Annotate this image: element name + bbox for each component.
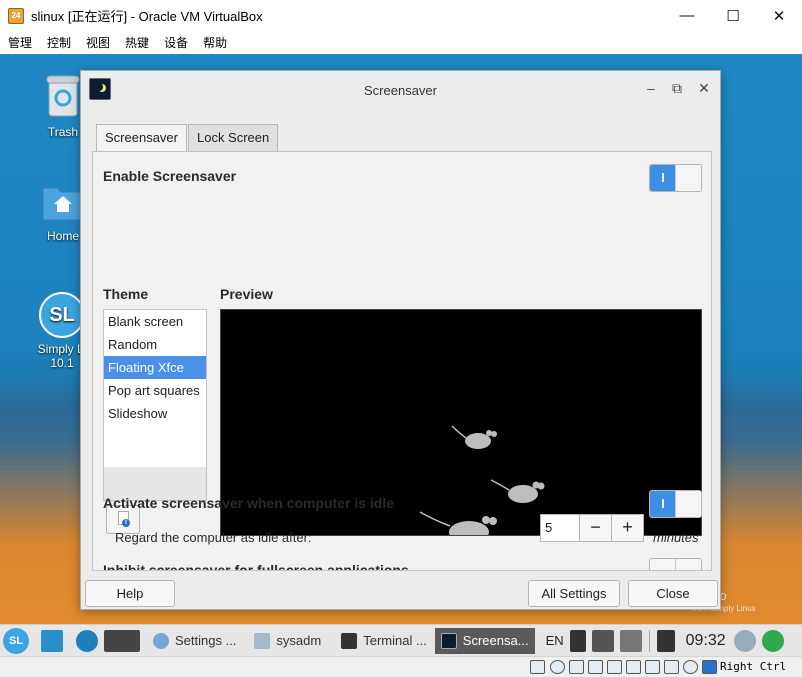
screensaver-dialog: Screensaver – ⧉ ✕ Screensaver Lock Scree… xyxy=(80,70,721,610)
theme-heading: Theme xyxy=(103,286,149,302)
dialog-close-button[interactable]: ✕ xyxy=(695,80,713,97)
switch-off-area xyxy=(650,559,676,570)
idle-minutes-input[interactable]: 5 xyxy=(540,514,580,542)
optical-drive-icon[interactable] xyxy=(550,660,565,674)
mouse-icon xyxy=(490,479,545,503)
tab-screensaver[interactable]: Screensaver xyxy=(96,124,187,152)
inhibit-fullscreen-switch[interactable] xyxy=(649,558,702,570)
switch-on-indicator: I xyxy=(650,165,676,191)
theme-item-random[interactable]: Random xyxy=(104,333,206,356)
task-label: sysadm xyxy=(276,633,322,648)
dialog-close-action-button[interactable]: Close xyxy=(628,580,718,607)
clock[interactable]: 09:32 xyxy=(686,632,726,650)
theme-list: Blank screen Random Floating Xfce Pop ar… xyxy=(103,309,207,501)
video-capture-icon[interactable] xyxy=(664,660,679,674)
inhibit-fullscreen-label: Inhibit screensaver for fullscreen appli… xyxy=(103,562,409,571)
usb-icon[interactable] xyxy=(607,660,622,674)
shared-folders-icon[interactable] xyxy=(626,660,641,674)
screensaver-app-icon xyxy=(89,78,111,100)
task-screensaver[interactable]: Screensa... xyxy=(434,627,535,654)
trash-icon xyxy=(46,75,80,117)
minimize-button[interactable]: — xyxy=(664,0,710,31)
printer-icon[interactable] xyxy=(619,629,642,652)
dialog-tabs: Screensaver Lock Screen xyxy=(96,124,279,152)
activate-idle-label: Activate screensaver when computer is id… xyxy=(103,495,395,511)
start-menu-button[interactable]: SL xyxy=(3,627,29,654)
network-icon[interactable] xyxy=(591,629,614,652)
host-menubar: 管理 控制 视图 热键 设备 帮助 xyxy=(0,31,802,54)
dialog-title: Screensaver xyxy=(364,82,437,98)
idle-decrease-button[interactable]: − xyxy=(579,514,612,542)
theme-item-blank-screen[interactable]: Blank screen xyxy=(104,310,206,333)
display-icon[interactable] xyxy=(645,660,660,674)
idle-unit-label: minutes xyxy=(653,530,699,545)
info-icon: i xyxy=(122,519,130,527)
hard-disk-icon[interactable] xyxy=(530,660,545,674)
terminal-icon xyxy=(341,632,358,649)
dialog-titlebar: Screensaver – ⧉ ✕ xyxy=(81,71,720,109)
battery-icon[interactable] xyxy=(569,629,586,652)
theme-item-floating-xfce[interactable]: Floating Xfce xyxy=(104,356,206,379)
volume-icon[interactable] xyxy=(656,629,675,652)
menu-hotkeys[interactable]: 热键 xyxy=(117,34,156,51)
enable-screensaver-switch[interactable]: I xyxy=(649,164,702,192)
virtualization-icon[interactable] xyxy=(683,660,698,674)
theme-item-pop-art-squares[interactable]: Pop art squares xyxy=(104,379,206,402)
screensaver-panel: Enable Screensaver I Theme Preview Blank… xyxy=(92,151,712,571)
preview-heading: Preview xyxy=(220,286,273,302)
guest-taskbar: SL Settings ... sysadm Terminal ... Scre… xyxy=(0,624,802,656)
simply-linux-icon: SL xyxy=(39,292,85,338)
menu-help[interactable]: 帮助 xyxy=(195,34,234,51)
all-settings-button[interactable]: All Settings xyxy=(528,580,620,607)
mouse-icon xyxy=(419,511,497,535)
home-folder-icon xyxy=(254,632,271,649)
host-key-arrow-icon[interactable] xyxy=(702,660,717,674)
maximize-button[interactable]: ☐ xyxy=(710,0,756,31)
activate-idle-switch[interactable]: I xyxy=(649,490,702,518)
dialog-minimize-button[interactable]: – xyxy=(642,80,660,96)
screensaver-icon xyxy=(440,632,457,649)
help-button[interactable]: Help xyxy=(85,580,175,607)
task-label: Screensa... xyxy=(462,633,529,648)
settings-icon xyxy=(153,632,169,649)
menu-control[interactable]: 控制 xyxy=(39,34,78,51)
dialog-maximize-button[interactable]: ⧉ xyxy=(668,80,686,97)
idle-increase-button[interactable]: + xyxy=(611,514,644,542)
menu-manage[interactable]: 管理 xyxy=(0,34,39,51)
mouse-icon xyxy=(451,425,497,449)
switch-knob xyxy=(675,491,701,517)
task-sysadm[interactable]: sysadm xyxy=(248,628,327,654)
close-button[interactable]: ✕ xyxy=(756,0,802,31)
theme-item-slideshow[interactable]: Slideshow xyxy=(104,402,206,425)
folder-home-icon xyxy=(42,187,84,221)
browser-icon[interactable] xyxy=(76,629,98,652)
task-settings[interactable]: Settings ... xyxy=(147,628,242,654)
keyboard-layout-indicator[interactable]: EN xyxy=(546,633,564,648)
user-icon[interactable] xyxy=(733,629,756,652)
switch-on-indicator: I xyxy=(650,491,676,517)
host-statusbar: Right Ctrl xyxy=(0,656,802,677)
tab-lock-screen[interactable]: Lock Screen xyxy=(187,124,279,151)
workspace-switcher[interactable] xyxy=(104,629,140,652)
host-titlebar: 24 slinux [正在运行] - Oracle VM VirtualBox … xyxy=(0,0,802,31)
switch-knob xyxy=(675,165,701,191)
host-window-title: slinux [正在运行] - Oracle VM VirtualBox xyxy=(31,9,263,24)
show-desktop-icon[interactable] xyxy=(41,629,63,652)
network-adapter-icon[interactable] xyxy=(588,660,603,674)
switch-knob xyxy=(675,559,701,570)
idle-after-label: Regard the computer as idle after: xyxy=(115,530,312,545)
host-key-label: Right Ctrl xyxy=(720,660,787,673)
task-label: Terminal ... xyxy=(363,633,427,648)
task-terminal[interactable]: Terminal ... xyxy=(335,628,433,654)
menu-devices[interactable]: 设备 xyxy=(156,34,195,51)
logout-icon[interactable] xyxy=(761,629,784,652)
virtualbox-app-icon: 24 xyxy=(8,7,24,24)
tray-divider xyxy=(648,629,650,652)
menu-view[interactable]: 视图 xyxy=(78,34,117,51)
audio-icon[interactable] xyxy=(569,660,584,674)
enable-screensaver-label: Enable Screensaver xyxy=(103,168,237,184)
task-label: Settings ... xyxy=(175,633,237,648)
